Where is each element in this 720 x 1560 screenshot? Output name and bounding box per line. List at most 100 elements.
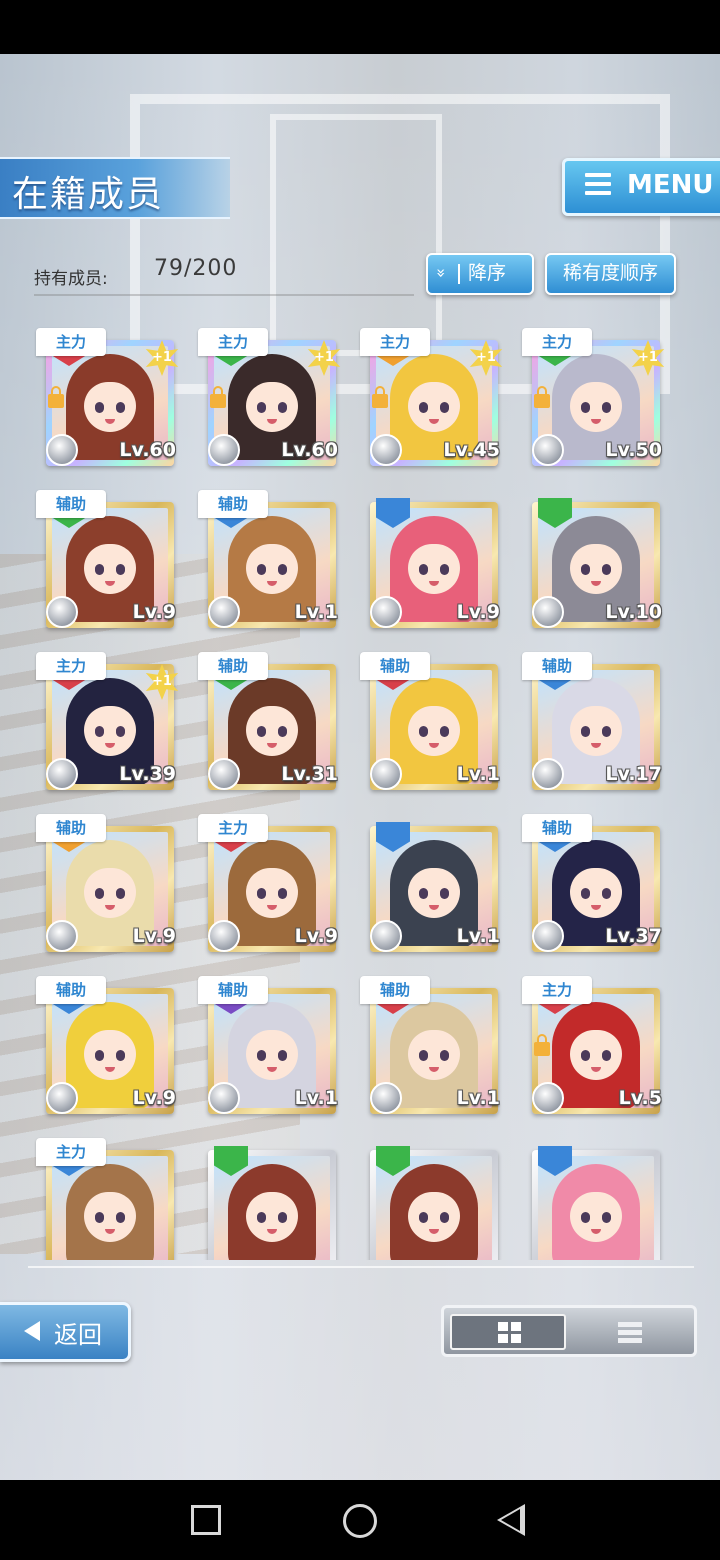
role-tag: 主力 xyxy=(522,976,592,1004)
back-label: 返回 xyxy=(54,1321,102,1349)
member-card[interactable] xyxy=(520,1138,662,1260)
weapon-icon xyxy=(370,596,402,628)
character-face xyxy=(246,544,298,594)
member-card[interactable]: 辅助 Lv.1 xyxy=(196,490,338,628)
member-card[interactable]: 辅助 Lv.31 xyxy=(196,652,338,790)
character-face xyxy=(408,706,460,756)
member-card[interactable]: 辅助 Lv.1 xyxy=(358,976,500,1114)
role-tag: 辅助 xyxy=(36,814,106,842)
character-face xyxy=(408,382,460,432)
weapon-icon xyxy=(208,1082,240,1114)
home-icon[interactable] xyxy=(343,1504,377,1538)
role-tag: 辅助 xyxy=(522,652,592,680)
member-card[interactable]: 辅助 Lv.1 xyxy=(358,652,500,790)
role-tag: 辅助 xyxy=(360,652,430,680)
view-toggle xyxy=(441,1305,697,1357)
member-card[interactable]: Lv.1 xyxy=(358,814,500,952)
level-label: Lv.50 xyxy=(605,439,662,461)
weapon-icon xyxy=(370,758,402,790)
weapon-icon xyxy=(208,596,240,628)
lock-icon xyxy=(48,386,64,408)
level-label: Lv.37 xyxy=(605,925,662,947)
level-label: Lv.17 xyxy=(605,763,662,785)
member-card[interactable] xyxy=(196,1138,338,1260)
weapon-icon xyxy=(46,1082,78,1114)
lock-icon xyxy=(372,386,388,408)
member-card[interactable]: 主力 +1 Lv.45 xyxy=(358,328,503,466)
level-label: Lv.60 xyxy=(281,439,338,461)
weapon-icon xyxy=(208,758,240,790)
grid-view-button[interactable] xyxy=(450,1314,566,1350)
role-tag: 辅助 xyxy=(360,976,430,1004)
character-face xyxy=(246,706,298,756)
character-face xyxy=(84,1192,136,1242)
level-label: Lv.1 xyxy=(294,1087,338,1109)
member-card[interactable]: 辅助 Lv.9 xyxy=(34,814,176,952)
character-face xyxy=(408,1030,460,1080)
weapon-icon xyxy=(46,758,78,790)
member-card[interactable]: 主力 +1 Lv.60 xyxy=(34,328,179,466)
level-label: Lv.10 xyxy=(605,601,662,623)
weapon-icon xyxy=(370,920,402,952)
character-face xyxy=(84,868,136,918)
member-card[interactable]: Lv.10 xyxy=(520,490,662,628)
weapon-icon xyxy=(532,434,564,466)
status-bar xyxy=(0,0,720,54)
member-card[interactable]: 主力 xyxy=(34,1138,176,1260)
role-tag: 主力 xyxy=(36,328,106,356)
character-face xyxy=(84,382,136,432)
level-label: Lv.9 xyxy=(456,601,500,623)
role-tag: 主力 xyxy=(36,1138,106,1166)
list-view-button[interactable] xyxy=(572,1314,688,1350)
member-card[interactable]: 辅助 Lv.9 xyxy=(34,976,176,1114)
back-button[interactable]: 返回 xyxy=(0,1302,131,1362)
role-tag: 辅助 xyxy=(522,814,592,842)
character-face xyxy=(84,706,136,756)
character-face xyxy=(570,544,622,594)
level-label: Lv.1 xyxy=(456,1087,500,1109)
member-card[interactable]: 主力 Lv.5 xyxy=(520,976,662,1114)
member-card[interactable]: 主力 +1 Lv.60 xyxy=(196,328,341,466)
member-card[interactable]: 辅助 Lv.37 xyxy=(520,814,662,952)
character-face xyxy=(84,1030,136,1080)
member-card[interactable]: 辅助 Lv.1 xyxy=(196,976,338,1114)
role-tag: 主力 xyxy=(360,328,430,356)
member-card[interactable]: 主力 Lv.9 xyxy=(196,814,338,952)
character-face xyxy=(408,868,460,918)
character-face xyxy=(570,868,622,918)
weapon-icon xyxy=(370,1082,402,1114)
level-label: Lv.5 xyxy=(618,1087,662,1109)
role-tag: 辅助 xyxy=(36,490,106,518)
character-face xyxy=(246,382,298,432)
character-face xyxy=(246,1030,298,1080)
weapon-icon xyxy=(46,434,78,466)
recent-apps-icon[interactable] xyxy=(191,1505,221,1535)
weapon-icon xyxy=(532,758,564,790)
role-tag: 辅助 xyxy=(198,652,268,680)
member-card[interactable]: Lv.9 xyxy=(358,490,500,628)
weapon-icon xyxy=(532,596,564,628)
character-face xyxy=(570,382,622,432)
role-tag: 主力 xyxy=(198,814,268,842)
level-label: Lv.9 xyxy=(132,1087,176,1109)
member-card[interactable] xyxy=(358,1138,500,1260)
member-card[interactable]: 主力 +1 Lv.50 xyxy=(520,328,665,466)
member-card[interactable]: 辅助 Lv.17 xyxy=(520,652,662,790)
back-triangle-icon[interactable] xyxy=(497,1504,525,1536)
character-face xyxy=(570,1030,622,1080)
role-tag: 主力 xyxy=(36,652,106,680)
level-label: Lv.39 xyxy=(119,763,176,785)
character-face xyxy=(84,544,136,594)
role-tag: 辅助 xyxy=(198,490,268,518)
lock-icon xyxy=(534,1034,550,1056)
grid-icon xyxy=(498,1322,522,1344)
level-label: Lv.9 xyxy=(132,925,176,947)
member-card-grid: 主力 +1 Lv.60 主力 +1 Lv.60 主力 +1 Lv.45 主力 +1 Lv.50 辅助 Lv… xyxy=(0,54,720,1260)
role-tag: 辅助 xyxy=(36,976,106,1004)
lock-icon xyxy=(534,386,550,408)
character-face xyxy=(570,1192,622,1242)
character-face xyxy=(246,868,298,918)
role-tag: 主力 xyxy=(198,328,268,356)
member-card[interactable]: 辅助 Lv.9 xyxy=(34,490,176,628)
member-card[interactable]: 主力 +1 Lv.39 xyxy=(34,652,179,790)
